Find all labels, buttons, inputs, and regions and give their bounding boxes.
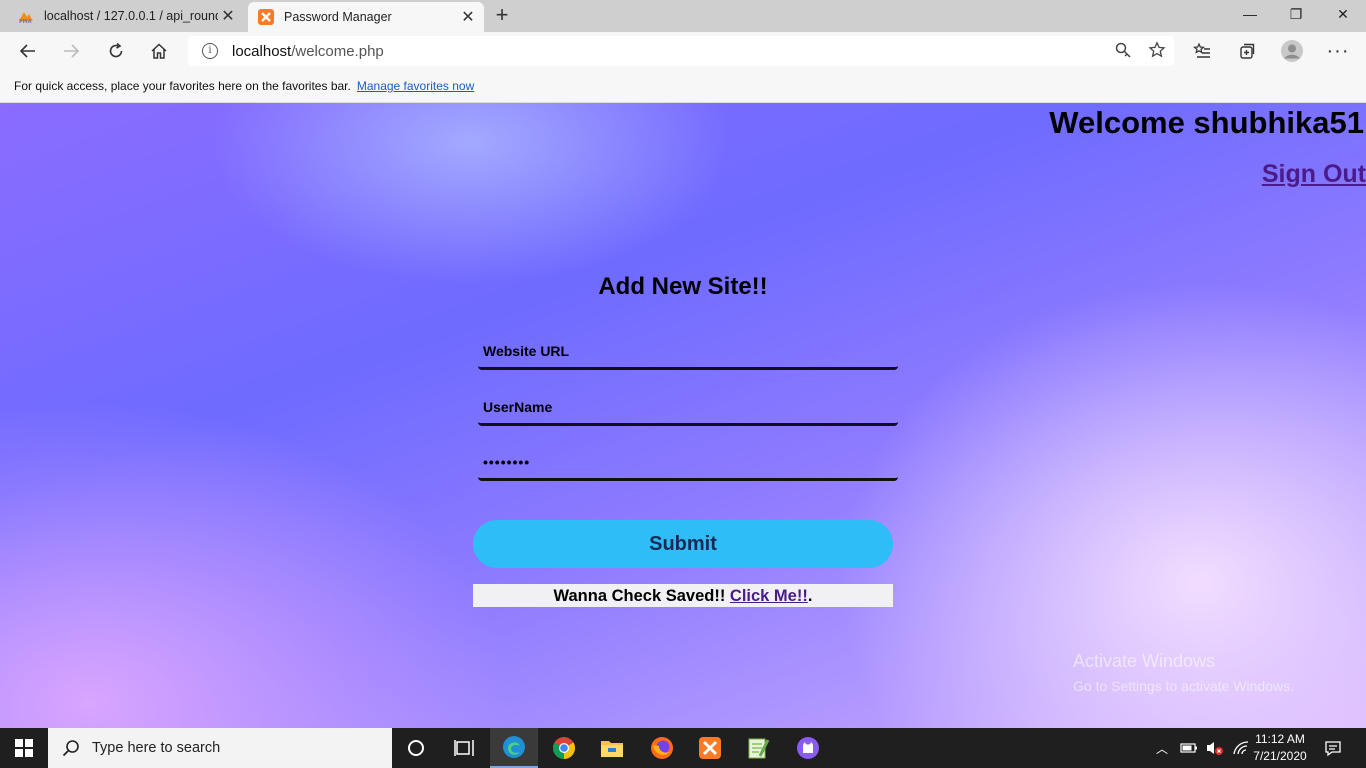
- new-tab-button[interactable]: +: [488, 3, 516, 29]
- close-window-button[interactable]: ✕: [1320, 0, 1366, 32]
- home-icon: [151, 43, 167, 59]
- restore-button[interactable]: ❐: [1273, 0, 1319, 32]
- github-desktop-icon: [797, 737, 819, 759]
- form-title: Add New Site!!: [598, 273, 768, 300]
- battery-icon[interactable]: [1180, 741, 1198, 755]
- check-saved-text: Wanna Check Saved!!: [553, 587, 730, 605]
- taskbar-firefox[interactable]: [638, 728, 686, 768]
- back-arrow-icon: [19, 44, 35, 58]
- settings-more-button[interactable]: ···: [1322, 36, 1354, 66]
- xampp-icon: [699, 737, 721, 759]
- clock-date: 7/21/2020: [1253, 749, 1307, 763]
- refresh-icon: [109, 42, 123, 58]
- activate-windows-watermark: Activate Windows Go to Settings to activ…: [1073, 651, 1294, 694]
- taskbar-xampp[interactable]: [686, 728, 734, 768]
- task-view-button[interactable]: [440, 728, 488, 768]
- minimize-button[interactable]: —: [1227, 0, 1273, 32]
- windows-logo-icon: [15, 739, 33, 757]
- back-button[interactable]: [12, 36, 44, 66]
- taskbar: Type here to search ︿ 11:12 AM 7/21/2020: [0, 728, 1366, 768]
- cortana-button[interactable]: [392, 728, 440, 768]
- taskbar-notepad[interactable]: [734, 728, 782, 768]
- taskbar-file-explorer[interactable]: [588, 728, 636, 768]
- search-placeholder: Type here to search: [92, 740, 221, 756]
- firefox-icon: [651, 737, 673, 759]
- website-url-input[interactable]: Website URL: [478, 334, 898, 370]
- taskbar-github-desktop[interactable]: [784, 728, 832, 768]
- more-icon: ···: [1326, 39, 1350, 62]
- navigation-bar: i localhost/welcome.php ···: [0, 32, 1366, 70]
- watermark-subtitle: Go to Settings to activate Windows.: [1073, 678, 1294, 694]
- favorites-bar: For quick access, place your favorites h…: [0, 70, 1366, 103]
- system-tray: ︿: [1156, 728, 1250, 768]
- url-path: /welcome.php: [291, 42, 384, 60]
- notepad-plus-icon: [748, 738, 770, 759]
- svg-text:PMA: PMA: [19, 19, 32, 24]
- xampp-icon: [258, 9, 274, 25]
- site-info-icon[interactable]: i: [202, 43, 218, 59]
- address-url[interactable]: localhost/welcome.php: [232, 43, 384, 60]
- profile-button[interactable]: [1276, 36, 1308, 66]
- favorites-list-icon: [1193, 42, 1210, 58]
- favorites-bar-message: For quick access, place your favorites h…: [14, 79, 351, 93]
- password-input[interactable]: ••••••••: [478, 445, 898, 481]
- task-view-icon: [454, 740, 474, 756]
- username-input[interactable]: UserName: [478, 390, 898, 426]
- page-content: Welcome shubhika51 Sign Out Add New Site…: [0, 103, 1366, 728]
- tab-label: localhost / 127.0.0.1 / api_round: [44, 9, 218, 23]
- cortana-circle-icon: [408, 740, 424, 756]
- close-tab-icon[interactable]: ✕: [458, 7, 478, 27]
- folder-icon: [601, 741, 623, 757]
- click-me-link[interactable]: Click Me!!: [730, 587, 808, 605]
- collections-icon: [1240, 43, 1255, 59]
- edge-icon: [503, 736, 525, 758]
- forward-button[interactable]: [55, 36, 87, 66]
- favorites-button[interactable]: [1186, 36, 1218, 66]
- address-bar[interactable]: i localhost/welcome.php: [188, 36, 1174, 66]
- avatar-icon: [1281, 40, 1303, 62]
- notification-icon: [1325, 741, 1341, 757]
- search-icon: [62, 740, 79, 757]
- tab-label: Password Manager: [284, 10, 392, 24]
- action-center-button[interactable]: [1312, 728, 1354, 768]
- browser-title-bar: PMA localhost / 127.0.0.1 / api_round ✕ …: [0, 0, 1366, 32]
- check-saved-banner: Wanna Check Saved!! Click Me!!.: [473, 584, 893, 607]
- zoom-key-icon[interactable]: [1114, 41, 1132, 59]
- taskbar-search[interactable]: Type here to search: [48, 728, 392, 768]
- clock-time: 11:12 AM: [1255, 732, 1305, 746]
- volume-muted-icon[interactable]: [1206, 740, 1224, 756]
- taskbar-clock[interactable]: 11:12 AM 7/21/2020: [1248, 731, 1312, 765]
- taskbar-chrome[interactable]: [540, 728, 588, 768]
- tab-phpmyadmin[interactable]: PMA localhost / 127.0.0.1 / api_round ✕: [8, 0, 244, 32]
- manage-favorites-link[interactable]: Manage favorites now: [357, 79, 474, 93]
- close-tab-icon[interactable]: ✕: [218, 6, 238, 26]
- chrome-icon: [553, 737, 575, 759]
- welcome-heading: Welcome shubhika51: [1049, 105, 1364, 140]
- url-host: localhost: [232, 42, 292, 60]
- check-saved-suffix: .: [807, 587, 813, 605]
- forward-arrow-icon: [64, 44, 80, 58]
- collections-button[interactable]: [1231, 36, 1263, 66]
- watermark-title: Activate Windows: [1073, 651, 1216, 671]
- home-button[interactable]: [143, 36, 175, 66]
- favorite-star-icon[interactable]: [1148, 41, 1166, 59]
- sign-out-link[interactable]: Sign Out: [1262, 160, 1366, 189]
- tab-password-manager[interactable]: Password Manager ✕: [248, 2, 484, 32]
- submit-button[interactable]: Submit: [473, 520, 893, 568]
- chevron-up-icon[interactable]: ︿: [1156, 740, 1168, 757]
- refresh-button[interactable]: [100, 36, 132, 66]
- start-button[interactable]: [0, 728, 48, 768]
- taskbar-edge[interactable]: [490, 728, 538, 768]
- phpmyadmin-icon: PMA: [19, 12, 33, 24]
